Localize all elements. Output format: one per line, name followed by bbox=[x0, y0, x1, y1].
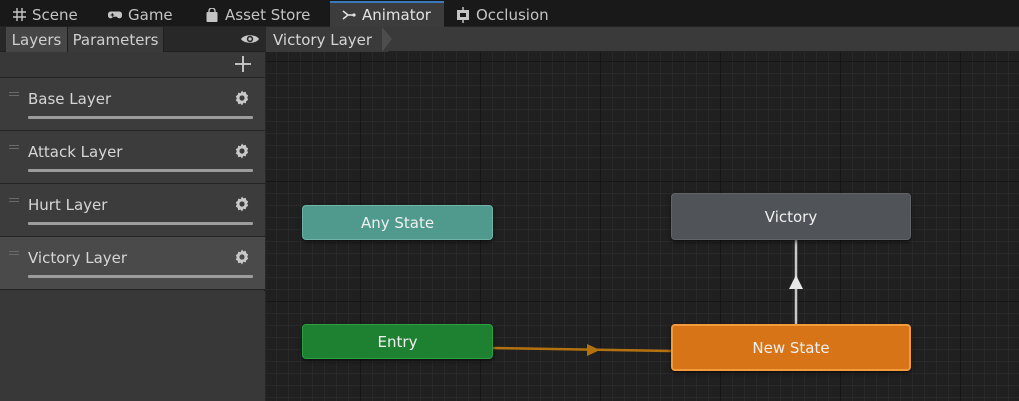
tab-label: Occlusion bbox=[476, 5, 549, 24]
layer-weight-bar bbox=[28, 275, 253, 278]
layer-name: Victory Layer bbox=[28, 249, 128, 267]
occlusion-icon bbox=[456, 6, 470, 23]
layer-name: Base Layer bbox=[28, 90, 112, 108]
layer-item-base[interactable]: Base Layer bbox=[0, 78, 265, 131]
animator-icon bbox=[342, 8, 356, 22]
bag-icon bbox=[205, 7, 219, 22]
tab-label: Scene bbox=[32, 5, 78, 24]
entry-node[interactable]: Entry bbox=[302, 324, 493, 359]
breadcrumb-chevron-icon bbox=[382, 27, 392, 52]
layers-empty-area bbox=[0, 291, 265, 401]
tab-label: Animator bbox=[362, 6, 431, 24]
tab-layers[interactable]: Layers bbox=[6, 27, 68, 52]
tab-label: Game bbox=[128, 5, 173, 24]
gear-icon[interactable] bbox=[233, 248, 251, 266]
tab-parameters[interactable]: Parameters bbox=[68, 27, 164, 52]
gear-icon[interactable] bbox=[233, 142, 251, 160]
editor-tab-bar: Scene Game Asset Store Animator Occlusio… bbox=[0, 0, 1019, 27]
gamepad-icon bbox=[108, 8, 122, 22]
drag-handle-icon[interactable] bbox=[9, 251, 19, 255]
tab-animator[interactable]: Animator bbox=[330, 1, 444, 27]
new-state-node[interactable]: New State bbox=[671, 324, 911, 371]
drag-handle-icon[interactable] bbox=[9, 198, 19, 202]
layer-name: Hurt Layer bbox=[28, 196, 108, 214]
tab-game[interactable]: Game bbox=[96, 2, 192, 27]
gear-icon[interactable] bbox=[233, 89, 251, 107]
add-layer-button[interactable] bbox=[234, 55, 252, 73]
layer-weight-bar bbox=[28, 116, 253, 119]
tab-scene[interactable]: Scene bbox=[0, 2, 96, 27]
layer-name: Attack Layer bbox=[28, 143, 123, 161]
victory-state-node[interactable]: Victory bbox=[671, 193, 911, 240]
layer-item-attack[interactable]: Attack Layer bbox=[0, 131, 265, 184]
drag-handle-icon[interactable] bbox=[9, 145, 19, 149]
gear-icon[interactable] bbox=[233, 195, 251, 213]
layer-weight-bar bbox=[28, 222, 253, 225]
panel-subtabs: Layers Parameters bbox=[0, 27, 265, 52]
breadcrumb: Victory Layer bbox=[266, 27, 1019, 52]
tab-label: Asset Store bbox=[225, 5, 311, 24]
eye-icon[interactable] bbox=[240, 31, 260, 47]
breadcrumb-victory-layer[interactable]: Victory Layer bbox=[266, 27, 389, 52]
layer-toolbar bbox=[0, 52, 265, 78]
tab-asset-store[interactable]: Asset Store bbox=[193, 2, 328, 27]
any-state-node[interactable]: Any State bbox=[302, 205, 493, 240]
layer-weight-bar bbox=[28, 169, 253, 172]
layer-item-hurt[interactable]: Hurt Layer bbox=[0, 184, 265, 237]
tab-occlusion[interactable]: Occlusion bbox=[444, 2, 564, 27]
layer-item-victory[interactable]: Victory Layer bbox=[0, 237, 265, 290]
drag-handle-icon[interactable] bbox=[9, 92, 19, 96]
grid-icon bbox=[12, 8, 26, 22]
layers-panel: Layers Parameters Base Layer Attack Laye… bbox=[0, 27, 265, 401]
